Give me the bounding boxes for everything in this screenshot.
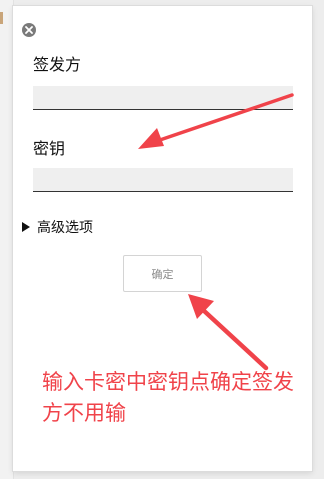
key-input[interactable] [33,168,293,192]
close-icon[interactable] [22,23,36,37]
screen: 签发方 密钥 高级选项 确定 输入卡密中密钥点确定签发方不用输 [0,0,324,479]
confirm-button[interactable]: 确定 [123,255,202,292]
issuer-label: 签发方 [33,55,82,74]
issuer-input[interactable] [33,86,293,110]
expand-triangle-icon [22,222,30,232]
advanced-options-toggle[interactable]: 高级选项 [22,217,93,237]
advanced-options-label: 高级选项 [37,220,93,236]
background-window-accent [0,12,3,24]
background-window-edge [0,0,14,479]
annotation-text: 输入卡密中密钥点确定签发方不用输 [42,370,294,425]
key-label: 密钥 [33,139,66,158]
